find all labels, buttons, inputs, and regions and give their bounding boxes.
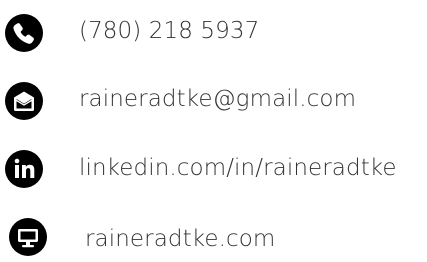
phone-icon (5, 14, 43, 52)
phone-number[interactable]: (780) 218 5937 (79, 18, 259, 44)
contact-linkedin[interactable]: linkedin.com/in/raineradtke (0, 146, 427, 192)
monitor-icon (9, 218, 47, 256)
envelope-icon (5, 82, 43, 120)
contact-website[interactable]: raineradtke.com (0, 214, 427, 260)
contact-phone[interactable]: (780) 218 5937 (0, 10, 427, 56)
linkedin-url[interactable]: linkedin.com/in/raineradtke (79, 155, 397, 181)
contact-email[interactable]: raineradtke@gmail.com (0, 78, 427, 124)
email-address[interactable]: raineradtke@gmail.com (79, 86, 356, 112)
linkedin-icon (5, 150, 43, 188)
website-url[interactable]: raineradtke.com (85, 226, 275, 252)
